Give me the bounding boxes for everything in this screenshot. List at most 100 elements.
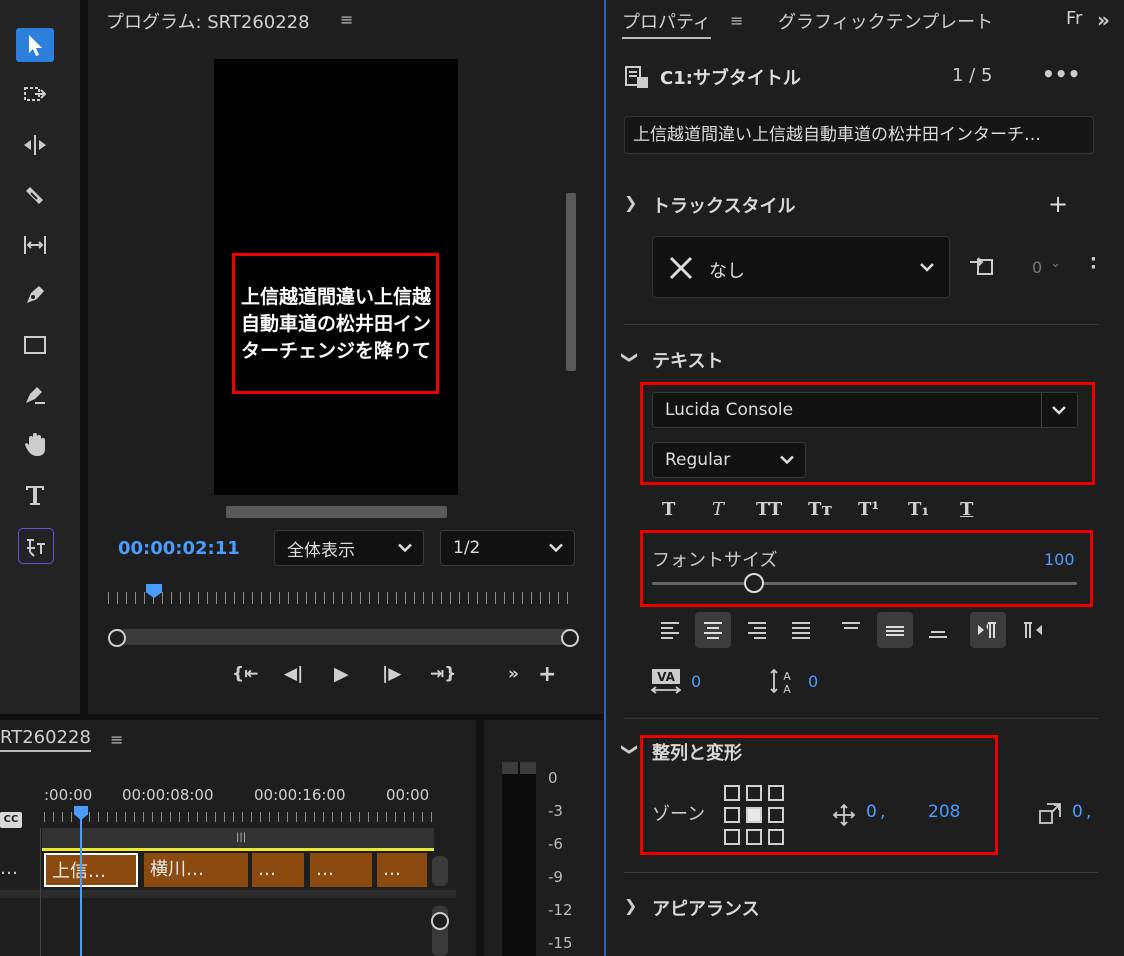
align-center-icon[interactable] [695,612,731,648]
work-area-grip[interactable]: ||| [236,832,246,843]
more-controls-icon[interactable]: » [508,664,519,684]
chevron-down-icon [549,543,563,553]
timeline-vscroll-handle[interactable] [431,912,449,930]
chevron-right-icon[interactable]: ❯ [624,896,637,915]
faux-bold-icon[interactable]: T [662,499,675,520]
caption-clip[interactable]: 上信… [44,853,138,887]
zoom-handle-left[interactable] [108,629,126,647]
track-select-tool-icon[interactable] [16,78,54,112]
slip-tool-icon[interactable] [16,228,54,262]
caption-clip[interactable]: … [252,853,304,887]
chevron-down-icon[interactable]: ❯ [621,351,640,364]
step-forward-icon[interactable]: |▶ [382,664,401,684]
go-to-out-icon[interactable]: ⇥} [430,664,456,684]
none-x-icon [669,256,693,280]
play-icon[interactable]: ▶ [334,663,349,685]
zoom-dropdown[interactable]: 全体表示 [274,530,424,566]
align-top-icon[interactable] [833,612,869,648]
rtl-direction-icon[interactable] [1014,612,1050,648]
program-timecode[interactable]: 00:00:02:11 [118,538,240,559]
ripple-edit-tool-icon[interactable] [16,128,54,162]
chevron-down-icon[interactable]: ❯ [621,743,640,756]
track-scroll-end[interactable] [432,856,448,886]
hand-tool-icon[interactable] [16,428,54,462]
peak-indicator-left[interactable] [502,762,518,774]
track-edge-line [40,828,41,956]
properties-menu-icon[interactable]: ≡ [730,11,743,30]
chevron-down-icon[interactable]: ❯ [624,193,637,212]
ruler-label: 00:00:08:00 [122,786,214,804]
caption-tool-icon[interactable] [18,528,54,564]
button-editor-plus-icon[interactable]: + [538,662,556,687]
meter-scale-label: 0 [548,769,558,787]
caption-clip[interactable]: 横川… [144,853,248,887]
tools-panel [0,0,80,714]
program-time-ruler[interactable] [108,592,574,604]
ltr-direction-icon[interactable] [970,612,1006,648]
panel-gutter [80,0,88,714]
program-hscrollbar[interactable] [226,506,447,518]
add-track-style-icon[interactable]: + [1048,190,1068,218]
tab-properties[interactable]: プロパティ [622,8,711,39]
tracking-value[interactable]: 0 [691,672,701,691]
timeline-ruler[interactable] [44,812,434,822]
pen-edit-tool-icon[interactable] [16,378,54,412]
pen-tool-icon[interactable] [16,278,54,312]
track-style-dropdown[interactable]: なし [652,236,950,298]
meter-scale-label: -12 [548,901,573,919]
appearance-title: アピアランス [652,899,760,920]
timeline-menu-icon[interactable]: ≡ [110,730,123,749]
peak-indicator-right[interactable] [520,762,536,774]
align-left-icon[interactable] [652,612,688,648]
section-divider [624,324,1098,325]
type-tool-icon[interactable] [16,478,54,512]
chevron-down-icon[interactable]: ⌄ [1050,256,1061,271]
small-caps-icon[interactable]: Tт [808,499,833,520]
justify-icon[interactable] [783,612,819,648]
cc-track-badge: CC [0,812,22,828]
align-right-icon[interactable] [739,612,775,648]
resolution-dropdown[interactable]: 1/2 [440,530,575,566]
subscript-icon[interactable]: T₁ [908,499,929,520]
timeline-playhead-line[interactable] [80,808,82,956]
tab-overflow[interactable]: Fr [1066,8,1082,29]
go-to-in-icon[interactable]: {⇤ [232,664,258,684]
caption-more-icon[interactable]: ••• [1042,62,1080,86]
align-middle-icon[interactable] [877,612,913,648]
timeline-title[interactable]: RT260228 [0,727,91,752]
ruler-label: :00:00 [44,786,93,804]
leading-icon: AA [770,668,791,696]
style-options-icon[interactable]: · · [1090,251,1097,277]
push-style-icon[interactable] [968,254,996,278]
track-style-value: なし [709,261,745,282]
zoom-handle-right[interactable] [561,629,579,647]
selection-tool-icon[interactable] [16,28,54,62]
style-count[interactable]: 0 [1032,258,1042,277]
leading-value[interactable]: 0 [808,672,818,691]
track-divider [0,890,456,898]
step-back-icon[interactable]: ◀| [284,664,303,684]
svg-text:A: A [783,683,791,696]
size-separator: , [1086,802,1092,822]
caption-clip[interactable]: … [310,853,372,887]
more-tabs-icon[interactable]: » [1097,8,1110,32]
program-vscrollbar[interactable] [566,193,576,371]
track-header-dots[interactable]: … [0,858,18,879]
caption-clip[interactable]: … [377,853,427,887]
size-value[interactable]: 0 [1072,802,1083,822]
align-bottom-icon[interactable] [920,612,956,648]
meter-scale-label: -15 [548,934,573,952]
all-caps-icon[interactable]: TT [756,499,782,520]
tab-graphics-templates[interactable]: グラフィックテンプレート [778,8,993,34]
rectangle-tool-icon[interactable] [16,328,54,362]
zoom-scroll-bar[interactable] [110,629,576,645]
svg-text:VA: VA [657,670,675,684]
razor-tool-icon[interactable] [16,178,54,212]
program-menu-icon[interactable]: ≡ [340,10,353,29]
faux-italic-icon[interactable]: T [712,499,724,520]
underline-icon[interactable]: T [960,499,973,520]
superscript-icon[interactable]: T¹ [858,499,879,520]
meter-scale-label: -9 [548,868,563,886]
caption-text-field[interactable]: 上信越道間違い上信越自動車道の松井田インターチ… [624,116,1094,154]
audio-meter-bars [502,762,536,956]
